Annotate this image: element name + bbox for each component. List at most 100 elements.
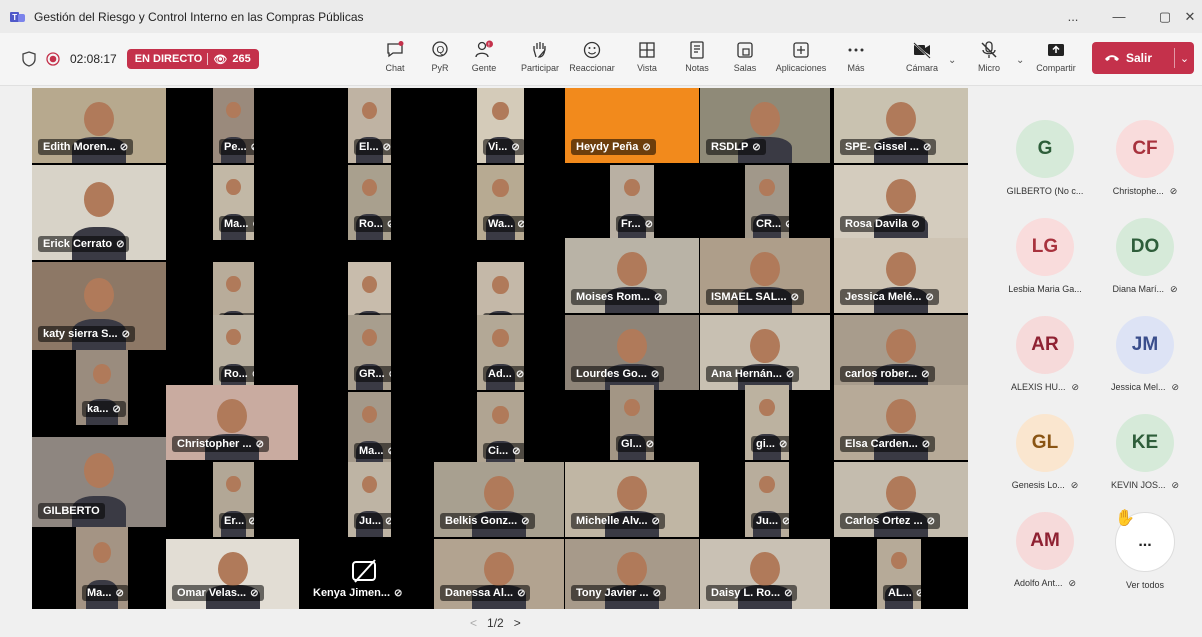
video-tile[interactable]: ka... ⊘ [76, 350, 128, 425]
video-tile[interactable]: RSDLP ⊘ [700, 88, 830, 163]
video-tile[interactable]: Tony Javier ... ⊘ [565, 539, 699, 609]
next-page-button[interactable]: > [514, 616, 521, 630]
video-tile[interactable]: GILBERTO [32, 437, 166, 527]
video-tile[interactable]: Danessa Al... ⊘ [434, 539, 564, 609]
video-tile[interactable]: Ro... ⊘ [213, 315, 254, 390]
video-tile[interactable]: Pe... ⊘ [213, 88, 254, 163]
video-tile[interactable]: Wa... ⊘ [477, 165, 524, 240]
video-tile[interactable]: Christopher ... ⊘ [166, 385, 298, 460]
minimize-button[interactable]: — [1096, 0, 1142, 33]
video-tile[interactable]: AL... ⊘ [877, 539, 921, 609]
video-tile[interactable]: Elsa Carden... ⊘ [834, 385, 968, 460]
roster-participant[interactable]: LG Lesbia Maria Ga... [1000, 218, 1090, 294]
muted-mic-icon: ⊘ [382, 141, 391, 153]
video-tile[interactable]: Daisy L. Ro... ⊘ [700, 539, 830, 609]
video-tile[interactable]: Ro... ⊘ [348, 165, 391, 240]
video-tile[interactable]: GR... ⊘ [348, 315, 391, 390]
video-tile[interactable]: Edith Moren... ⊘ [32, 88, 166, 163]
muted-mic-icon: ⊘ [389, 369, 391, 380]
participant-name-tag: Elsa Carden... ⊘ [840, 436, 936, 452]
video-tile[interactable]: Vi... ⊘ [477, 88, 524, 163]
mic-options-chevron-icon[interactable]: ⌄ [1016, 55, 1024, 66]
mic-button[interactable]: Micro [964, 37, 1014, 81]
pyr-button[interactable]: Q PyR [415, 37, 465, 81]
roster-participant[interactable]: G GILBERTO (No c... [1000, 120, 1090, 196]
video-tile[interactable]: Ana Hernán... ⊘ [700, 315, 830, 390]
video-tile[interactable]: Ma...⊘ [348, 392, 391, 467]
roster-participant[interactable]: JM Jessica Mel... ⊘ [1100, 316, 1190, 393]
video-tile[interactable]: Heydy Peña ⊘ [565, 88, 699, 163]
roster-name-row: ALEXIS HU... ⊘ [1000, 382, 1090, 393]
video-tile[interactable]: Rosa Davila ⊘ [834, 165, 968, 240]
camera-off-placeholder-icon [352, 559, 376, 583]
video-tile[interactable]: Moises Rom... ⊘ [565, 238, 699, 313]
video-tile[interactable]: Jessica Melé... ⊘ [834, 238, 968, 313]
roster-participant[interactable]: AM Adolfo Ant... ⊘ [1000, 512, 1090, 589]
prev-page-button[interactable]: < [470, 616, 477, 630]
video-tile[interactable]: Gl... ⊘ [610, 385, 654, 460]
muted-mic-icon: ⊘ [521, 515, 530, 527]
participant-name-tag: Er... ⊘ [219, 513, 254, 529]
muted-mic-icon: ⊘ [252, 219, 254, 230]
participant-name-tag: Wa... ⊘ [483, 216, 524, 232]
video-tile[interactable]: Carlos Ortez ... ⊘ [834, 462, 968, 537]
svg-text:!: ! [488, 42, 490, 48]
video-tile[interactable]: Belkis Gonz... ⊘ [434, 462, 564, 537]
video-tile[interactable]: Erick Cerrato ⊘ [32, 165, 166, 260]
participant-name-tag: GR... ⊘ [354, 366, 391, 382]
more-options-button[interactable]: ... [1050, 0, 1096, 33]
leave-button[interactable]: Salir ⌄ [1092, 42, 1194, 74]
roster-name: ALEXIS HU... [1010, 382, 1066, 392]
view-all-button[interactable]: ... Ver todos [1100, 512, 1190, 590]
video-tile[interactable]: Ad... ⊘ [477, 315, 524, 390]
video-tile[interactable]: ISMAEL SAL... ⊘ [700, 238, 830, 313]
roster-name-row: GILBERTO (No c... [1000, 186, 1090, 196]
raise-hand-button[interactable]: Participar [515, 37, 565, 81]
roster-participant[interactable]: GL Genesis Lo... ⊘ [1000, 414, 1090, 491]
video-tile[interactable]: SPE- Gissel ... ⊘ [834, 88, 968, 163]
more-button[interactable]: Más [831, 37, 881, 81]
people-button[interactable]: ! Gente [459, 37, 509, 81]
share-icon [1048, 44, 1064, 56]
apps-button[interactable]: Aplicaciones [776, 37, 826, 81]
participant-name: Ad... [488, 368, 512, 380]
participant-name: Wa... [488, 218, 514, 230]
chat-button[interactable]: Chat [370, 37, 420, 81]
share-button[interactable]: Compartir [1031, 37, 1081, 81]
video-tile[interactable]: Ma...⊘ [76, 527, 128, 609]
video-tile[interactable]: Fr... ⊘ [610, 165, 654, 240]
view-button[interactable]: Vista [622, 37, 672, 81]
video-tile[interactable]: carlos rober... ⊘ [834, 315, 968, 390]
video-tile[interactable]: Ju... ⊘ [348, 462, 391, 537]
video-tile[interactable]: katy sierra S... ⊘ [32, 262, 166, 350]
notes-button[interactable]: Notas [672, 37, 722, 81]
roster-participant[interactable]: AR ALEXIS HU... ⊘ [1000, 316, 1090, 393]
leave-options-chevron-icon[interactable]: ⌄ [1175, 52, 1194, 65]
participant-face [361, 328, 378, 346]
participant-name: RSDLP [711, 141, 749, 153]
roster-participant[interactable]: CF Christophe... ⊘ [1100, 120, 1190, 197]
participant-name: Moises Rom... [576, 291, 650, 303]
muted-mic-icon: ⊘ [511, 141, 520, 153]
video-tile[interactable]: CR...⊘ [745, 165, 789, 240]
react-button[interactable]: Reaccionar [567, 37, 617, 81]
roster-participant[interactable]: DO Diana Marí... ⊘ [1100, 218, 1190, 295]
participant-face [226, 178, 241, 195]
camera-button[interactable]: Cámara [897, 37, 947, 81]
video-tile[interactable]: El... ⊘ [348, 88, 391, 163]
camera-options-chevron-icon[interactable]: ⌄ [948, 55, 956, 66]
video-tile[interactable]: Er... ⊘ [213, 462, 254, 537]
video-tile[interactable]: Ju... ⊘ [745, 462, 789, 537]
video-tile[interactable]: gi... ⊘ [745, 385, 789, 460]
video-tile[interactable]: Lourdes Go... ⊘ [565, 315, 699, 390]
muted-mic-icon: ⊘ [752, 141, 761, 153]
video-tile[interactable]: Michelle Alv... ⊘ [565, 462, 699, 537]
close-button[interactable]: ✕ [1178, 0, 1202, 33]
video-tile[interactable]: Ma...⊘ [213, 165, 254, 240]
video-tile[interactable]: Ci... ⊘ [477, 392, 524, 467]
video-tile[interactable]: Omar Velas... ⊘ [166, 539, 299, 609]
rooms-button[interactable]: Salas [720, 37, 770, 81]
roster-participant[interactable]: KE KEVIN JOS... ⊘ [1100, 414, 1190, 491]
muted-mic-icon: ⊘ [645, 438, 654, 450]
shield-icon[interactable] [22, 51, 36, 67]
